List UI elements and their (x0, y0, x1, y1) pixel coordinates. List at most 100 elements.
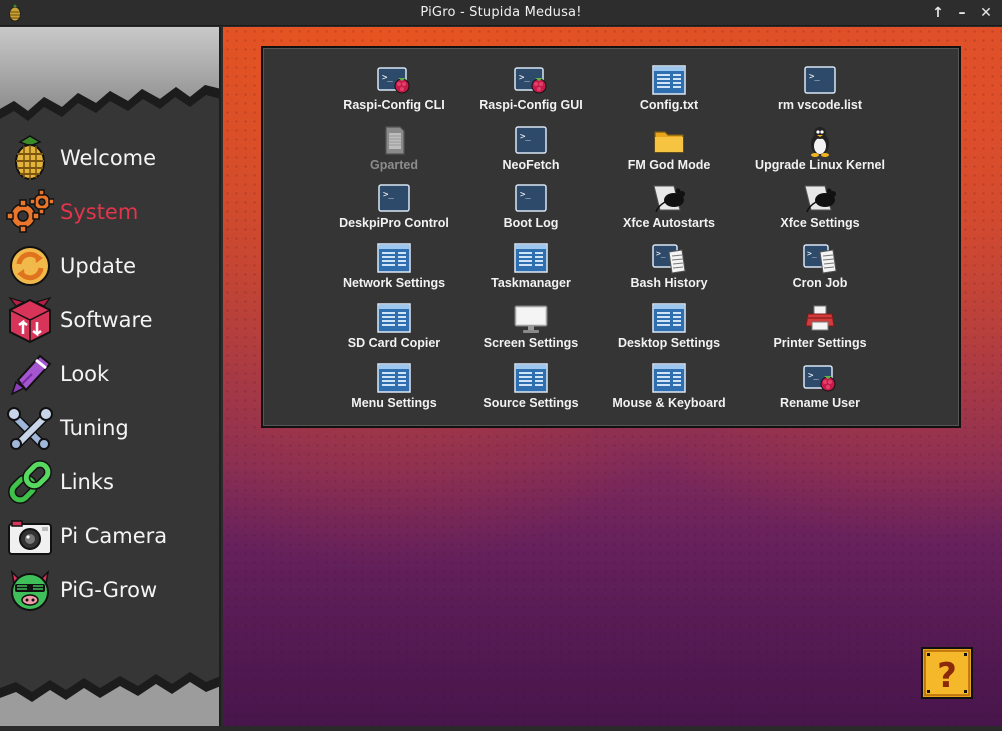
tool-label: SD Card Copier (347, 336, 441, 350)
package-icon (8, 296, 52, 344)
sidebar-item-label: System (60, 200, 139, 224)
terminal-icon: >_ (378, 184, 410, 212)
xfce-mouse-icon (653, 185, 685, 213)
terminal-document-icon: >_ (803, 244, 837, 274)
title-bar: PiGro - Stupida Medusa! ↑ – ✕ (0, 0, 1002, 26)
terminal-document-icon: >_ (652, 244, 686, 274)
sidebar-item-label: Links (60, 470, 114, 494)
sidebar-item-system[interactable]: System (6, 187, 218, 237)
tool-label: Rename User (780, 396, 860, 410)
tool-fm-god-mode[interactable]: FM God Mode (594, 124, 744, 182)
tool-label: Network Settings (342, 276, 446, 290)
tool-taskmanager[interactable]: Taskmanager (456, 242, 606, 300)
tool-raspi-config-gui[interactable]: >_ Raspi-Config GUI (456, 64, 606, 122)
sidebar-item-links[interactable]: Links (6, 457, 218, 507)
tool-network-settings[interactable]: Network Settings (319, 242, 469, 300)
svg-text:>_: >_ (520, 190, 531, 200)
tool-boot-log[interactable]: >_ Boot Log (456, 182, 606, 240)
tool-label: Config.txt (639, 98, 699, 112)
tool-bash-history[interactable]: >_ Bash History (594, 242, 744, 300)
tool-label: Bash History (630, 276, 708, 290)
tool-neofetch[interactable]: >_ NeoFetch (456, 124, 606, 182)
chain-link-icon (8, 460, 52, 504)
sidebar-item-software[interactable]: Software (6, 295, 218, 345)
window-text-icon (514, 363, 548, 393)
tool-config-txt[interactable]: Config.txt (594, 64, 744, 122)
paintbrush-icon (10, 354, 52, 396)
svg-text:>_: >_ (383, 190, 394, 200)
tool-source-settings[interactable]: Source Settings (456, 362, 606, 420)
sidebar-item-label: Look (60, 362, 110, 386)
sidebar-item-label: Welcome (60, 146, 157, 170)
tool-label: Mouse & Keyboard (612, 396, 726, 410)
tool-gparted[interactable]: Gparted (319, 124, 469, 182)
sidebar-item-label: PiG-Grow (60, 578, 158, 602)
sidebar-item-label: Software (60, 308, 153, 332)
folder-icon (654, 131, 684, 153)
refresh-icon (10, 246, 50, 286)
tool-sd-card-copier[interactable]: SD Card Copier (319, 302, 469, 360)
sidebar: Welcome System Update Software Look Tuni… (0, 27, 221, 726)
wrench-icon (7, 407, 53, 450)
background-texture (223, 466, 1002, 726)
tool-label: Printer Settings (773, 336, 867, 350)
pinecone-icon (15, 135, 45, 180)
sidebar-item-tuning[interactable]: Tuning (6, 403, 218, 453)
xfce-mouse-icon (804, 185, 836, 213)
tool-mouse-keyboard[interactable]: Mouse & Keyboard (594, 362, 744, 420)
sd-card-icon (385, 126, 405, 155)
window-text-icon (377, 243, 411, 273)
keep-above-button[interactable]: ↑ (928, 3, 948, 23)
tool-deskpipro-control[interactable]: >_ DeskpiPro Control (319, 182, 469, 240)
tool-raspi-config-cli[interactable]: >_ Raspi-Config CLI (319, 64, 469, 122)
tool-menu-settings[interactable]: Menu Settings (319, 362, 469, 420)
minimize-button[interactable]: – (952, 3, 972, 23)
tool-label: NeoFetch (502, 158, 560, 172)
tool-label: Taskmanager (491, 276, 571, 290)
sidebar-item-update[interactable]: Update (6, 241, 218, 291)
monitor-icon (514, 305, 548, 333)
sidebar-item-label: Tuning (60, 416, 129, 440)
tux-icon (811, 127, 829, 157)
tool-screen-settings[interactable]: Screen Settings (456, 302, 606, 360)
tool-label: Boot Log (503, 216, 559, 230)
tool-upgrade-linux-kernel[interactable]: Upgrade Linux Kernel (745, 124, 895, 182)
question-block-icon[interactable]: ? (921, 647, 973, 699)
tool-label: Source Settings (483, 396, 579, 410)
tool-xfce-settings[interactable]: Xfce Settings (745, 182, 895, 240)
tool-label: Cron Job (792, 276, 848, 290)
tool-desktop-settings[interactable]: Desktop Settings (594, 302, 744, 360)
tool-label: Menu Settings (351, 396, 437, 410)
sidebar-item-pi-camera[interactable]: Pi Camera (6, 511, 218, 561)
terminal-raspberry-icon: >_ (377, 67, 410, 94)
window-text-icon (652, 65, 686, 95)
gears-icon (6, 189, 54, 233)
sidebar-item-pig-grow[interactable]: PiG-Grow (6, 565, 218, 615)
tool-label: DeskpiPro Control (339, 216, 449, 230)
terminal-raspberry-icon: >_ (514, 67, 547, 94)
svg-text:>_: >_ (519, 73, 530, 83)
svg-text:>_: >_ (656, 249, 666, 258)
tool-label: Desktop Settings (617, 336, 721, 350)
window-title: PiGro - Stupida Medusa! (420, 5, 582, 20)
pig-icon (10, 569, 50, 611)
svg-text:>_: >_ (807, 249, 817, 258)
tool-label: Upgrade Linux Kernel (755, 158, 885, 172)
svg-text:>_: >_ (809, 72, 820, 82)
tool-cron-job[interactable]: >_ Cron Job (745, 242, 895, 300)
window-text-icon (652, 303, 686, 333)
tool-label: FM God Mode (627, 158, 711, 172)
torn-paper-decoration (0, 27, 219, 121)
window-bottom-edge (0, 726, 1002, 731)
printer-icon (805, 305, 835, 331)
question-glyph: ? (937, 656, 957, 696)
tool-printer-settings[interactable]: Printer Settings (745, 302, 895, 360)
tool-label: Raspi-Config GUI (479, 98, 583, 112)
torn-paper-decoration (0, 672, 219, 726)
close-button[interactable]: ✕ (976, 3, 996, 23)
tool-rm-vscode-list[interactable]: >_ rm vscode.list (745, 64, 895, 122)
tool-xfce-autostarts[interactable]: Xfce Autostarts (594, 182, 744, 240)
sidebar-item-welcome[interactable]: Welcome (6, 133, 218, 183)
tool-rename-user[interactable]: >_ Rename User (745, 362, 895, 420)
sidebar-item-look[interactable]: Look (6, 349, 218, 399)
